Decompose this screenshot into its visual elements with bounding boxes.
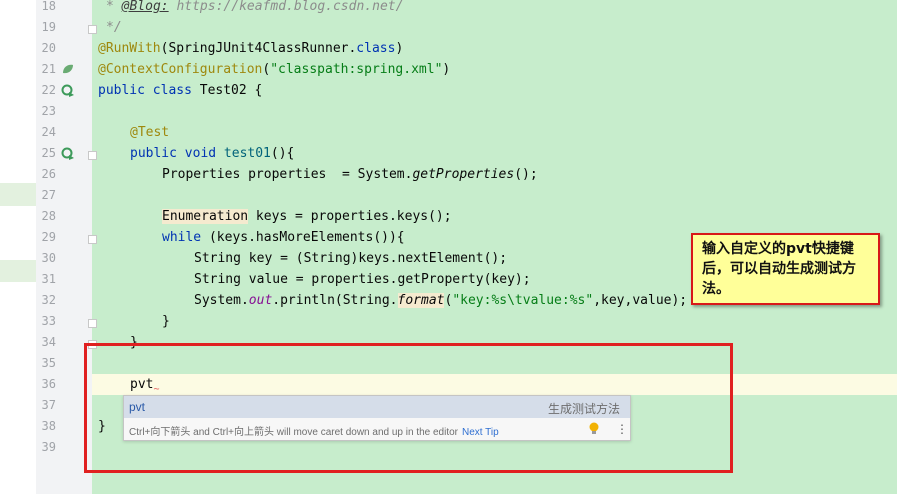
code-line-18: * @Blog: https://keafmd.blog.csdn.net/ — [106, 0, 404, 14]
code-line-31: String value = properties.getProperty(ke… — [194, 272, 531, 287]
fold-marker[interactable] — [88, 235, 97, 244]
keyword-token: class — [356, 41, 396, 56]
string-token: "classpath:spring.xml" — [270, 62, 443, 77]
code-line-33: } — [162, 314, 170, 329]
method-name-token: test01 — [223, 146, 271, 161]
code-line-20: @RunWith(SpringJUnit4ClassRunner.class) — [98, 41, 404, 56]
line-number: 39 — [41, 440, 56, 454]
spring-bean-icon[interactable] — [61, 63, 75, 75]
code-line-30: String key = (String)keys.nextElement(); — [194, 251, 508, 266]
fold-marker[interactable] — [88, 319, 97, 328]
code-token: System. — [194, 293, 249, 308]
code-token: Test02 { — [191, 83, 263, 98]
static-method-token: getProperties — [412, 167, 515, 182]
line-number: 38 — [41, 419, 56, 433]
line-number: 37 — [41, 398, 56, 412]
keyword-token: public void — [130, 146, 217, 161]
line-number: 28 — [41, 209, 56, 223]
left-panel-band — [0, 183, 36, 206]
code-comment: https://keafmd.blog.csdn.net/ — [168, 0, 404, 14]
line-number: 36 — [41, 377, 56, 391]
code-line-25: public void test01(){ — [130, 143, 294, 164]
code-token: (keys.hasMoreElements()){ — [201, 230, 405, 245]
left-panel-band — [0, 260, 36, 282]
line-number: 27 — [41, 188, 56, 202]
run-test-icon[interactable] — [61, 84, 75, 98]
line-number: 23 — [41, 104, 56, 118]
highlight-box — [84, 343, 733, 473]
fold-marker[interactable] — [88, 25, 97, 34]
static-field-token: out — [248, 293, 273, 308]
code-line-26: Properties properties = System.getProper… — [162, 164, 538, 185]
code-token: keys = properties.keys(); — [248, 209, 452, 224]
code-token: .println(String. — [272, 293, 398, 308]
line-number: 35 — [41, 356, 56, 370]
annotation-token: @ContextConfiguration — [98, 62, 263, 77]
annotation-callout: 输入自定义的pvt快捷键后，可以自动生成测试方法。 — [691, 233, 880, 305]
line-number: 33 — [41, 314, 56, 328]
line-number: 22 — [41, 83, 56, 97]
line-number: 20 — [41, 41, 56, 55]
annotation-token: @Test — [130, 125, 170, 140]
static-method-token: format — [397, 293, 445, 308]
code-token: SpringJUnit4ClassRunner — [168, 41, 349, 56]
code-line-32: System.out.println(String.format("key:%s… — [194, 290, 687, 311]
line-number: 34 — [41, 335, 56, 349]
highlighted-type-token: Enumeration — [162, 209, 249, 224]
code-line-29: while (keys.hasMoreElements()){ — [162, 227, 405, 248]
code-token: (){ — [270, 146, 295, 161]
code-token: (); — [514, 167, 538, 182]
code-line-21: @ContextConfiguration("classpath:spring.… — [98, 62, 451, 77]
line-number: 21 — [41, 62, 56, 76]
line-number: 32 — [41, 293, 56, 307]
fold-marker[interactable] — [88, 151, 97, 160]
line-number: 30 — [41, 251, 56, 265]
run-test-icon[interactable] — [61, 147, 75, 161]
code-token: ,key,value); — [593, 293, 688, 308]
code-line-28: Enumeration keys = properties.keys(); — [162, 206, 452, 227]
code-line-19: */ — [106, 20, 122, 35]
line-number: 19 — [41, 20, 56, 34]
code-token: Properties properties = System. — [162, 167, 413, 182]
line-number: 18 — [41, 0, 56, 13]
string-token: "key:%s\tvalue:%s" — [452, 293, 594, 308]
line-number: 31 — [41, 272, 56, 286]
javadoc-tag: @Blog: — [121, 0, 169, 14]
left-panel-edge — [0, 0, 36, 494]
code-line-22: public class Test02 { — [98, 80, 262, 101]
annotation-token: @RunWith — [98, 41, 161, 56]
code-line-24: @Test — [130, 122, 169, 143]
line-number: 29 — [41, 230, 56, 244]
keyword-token: public class — [98, 83, 192, 98]
line-number: 25 — [41, 146, 56, 160]
line-number: 26 — [41, 167, 56, 181]
line-number: 24 — [41, 125, 56, 139]
keyword-token: while — [162, 230, 202, 245]
